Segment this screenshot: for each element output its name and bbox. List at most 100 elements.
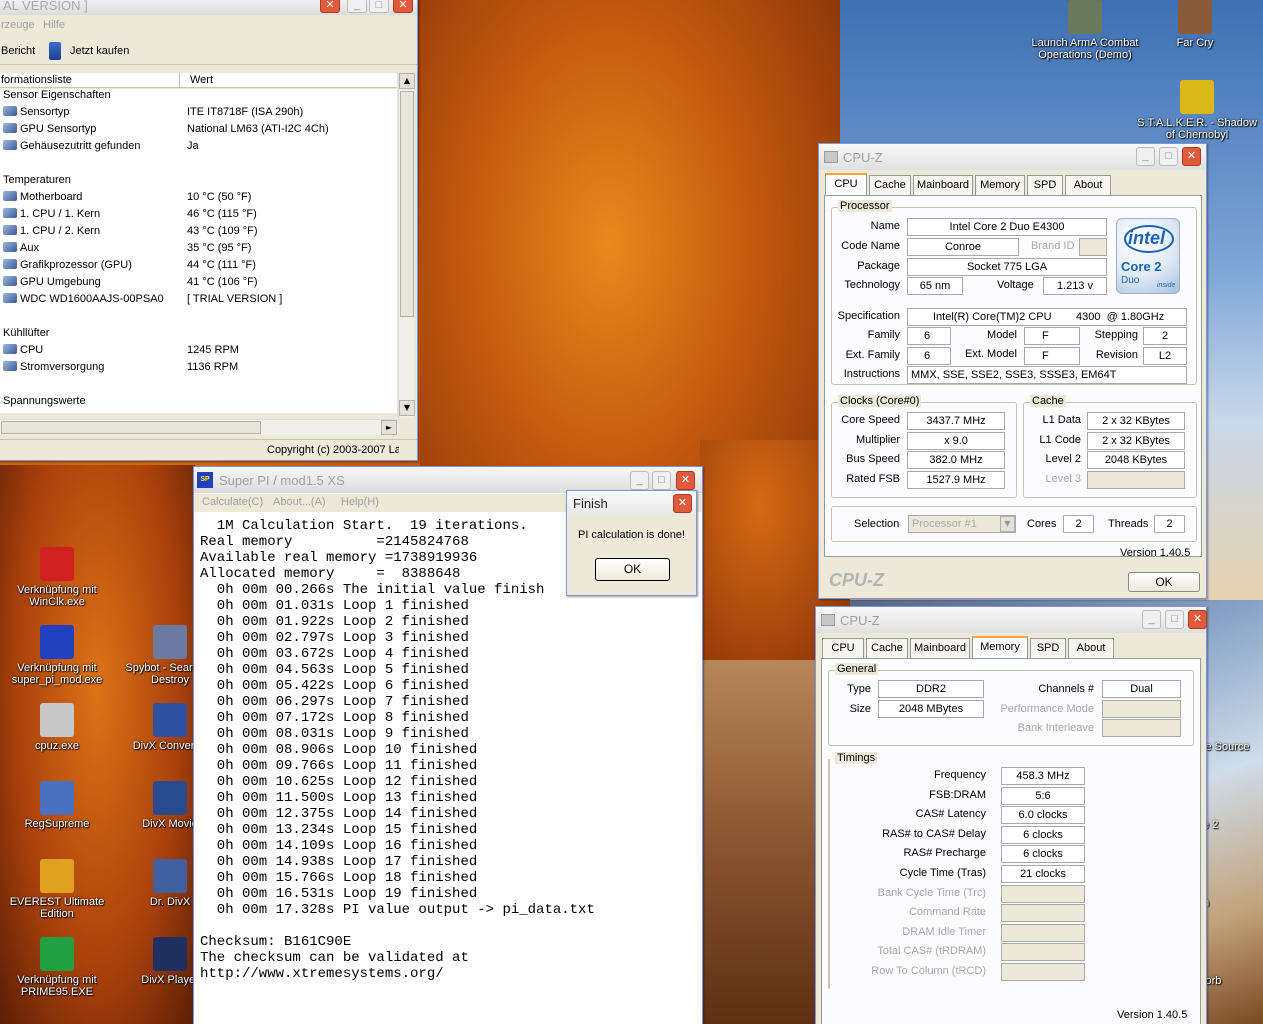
menu-help[interactable]: Help(H) xyxy=(341,496,379,508)
menu-item-help[interactable]: Hilfe xyxy=(43,19,65,31)
cache-label: L1 Code xyxy=(1039,433,1081,446)
tab-cache[interactable]: Cache xyxy=(869,175,911,195)
group-title: Clocks (Core#0) xyxy=(838,395,922,407)
desktop-icon-everest[interactable]: EVEREST Ultimate Edition xyxy=(0,859,117,920)
desktop-icon-arma[interactable]: Launch ArmA Combat Operations (Demo) xyxy=(1025,0,1145,61)
list-item-name: Spannungswerte xyxy=(3,395,86,407)
minimize-button[interactable]: _ xyxy=(1142,610,1161,629)
scroll-down-icon[interactable]: ▼ xyxy=(399,400,415,416)
ok-button[interactable]: OK xyxy=(595,558,670,581)
scroll-thumb[interactable] xyxy=(400,91,414,317)
output-line: 0h 00m 08.906s Loop 10 finished xyxy=(200,742,478,758)
tab-spd[interactable]: SPD xyxy=(1030,638,1066,658)
maximize-button[interactable]: □ xyxy=(1159,147,1178,166)
menu-calculate[interactable]: Calculate(C) xyxy=(202,496,263,508)
list-header: formationsliste Wert xyxy=(0,73,397,88)
column-header-name[interactable]: formationsliste xyxy=(1,74,72,86)
value-brandid xyxy=(1079,238,1107,256)
scroll-up-icon[interactable]: ▲ xyxy=(399,73,415,89)
tab-cpu[interactable]: CPU xyxy=(822,638,864,658)
list-item[interactable]: 1. CPU / 1. Kern 46 °C (115 °F) xyxy=(0,208,397,225)
label-ext-family: Ext. Family xyxy=(845,349,900,361)
list-item[interactable]: Grafikprozessor (GPU) 44 °C (111 °F) xyxy=(0,259,397,276)
close-icon[interactable]: ✕ xyxy=(320,0,340,13)
scroll-right-icon[interactable]: ► xyxy=(381,420,397,435)
list-item[interactable] xyxy=(0,157,397,174)
menu-item[interactable]: rzeuge xyxy=(1,19,35,31)
finish-titlebar[interactable]: Finish ✕ xyxy=(567,491,696,515)
list-item[interactable] xyxy=(0,378,397,395)
label-technology: Technology xyxy=(844,279,900,291)
close-button[interactable]: ✕ xyxy=(673,494,692,513)
list-item[interactable]: CPU 1245 RPM xyxy=(0,344,397,361)
column-divider[interactable] xyxy=(179,73,180,88)
list-item[interactable]: Stromversorgung 1136 RPM xyxy=(0,361,397,378)
column-header-value[interactable]: Wert xyxy=(190,74,213,86)
minimize-button[interactable]: _ xyxy=(1136,147,1155,166)
desktop-icon-prime95[interactable]: Verknüpfung mit PRIME95.EXE xyxy=(0,937,117,998)
close-button[interactable]: ✕ xyxy=(393,0,413,13)
maximize-button[interactable]: □ xyxy=(369,0,389,13)
ok-button[interactable]: OK xyxy=(1128,572,1200,592)
desktop-icon-cpuz[interactable]: cpuz.exe xyxy=(0,703,117,752)
list-item-value: 10 °C (50 °F) xyxy=(187,191,252,203)
maximize-button[interactable]: □ xyxy=(1165,610,1184,629)
tab-cpu[interactable]: CPU xyxy=(825,173,867,195)
list-item[interactable]: Temperaturen xyxy=(0,174,397,191)
list-item[interactable] xyxy=(0,310,397,327)
desktop-icon-stalker[interactable]: S.T.A.L.K.E.R. - Shadow of Chernobyl xyxy=(1137,80,1257,141)
list-item[interactable]: Sensortyp ITE IT8718F (ISA 290h) xyxy=(0,106,397,123)
tab-mainboard[interactable]: Mainboard xyxy=(910,638,970,658)
list-item[interactable]: Sensor Eigenschaften xyxy=(0,89,397,106)
buy-button[interactable]: Jetzt kaufen xyxy=(70,45,129,57)
list-item[interactable]: 1. CPU / 2. Kern 43 °C (109 °F) xyxy=(0,225,397,242)
tab-cache[interactable]: Cache xyxy=(866,638,908,658)
everest-titlebar[interactable]: AL VERSION ] ✕ _ □ ✕ xyxy=(0,0,417,15)
list-item[interactable]: Motherboard 10 °C (50 °F) xyxy=(0,191,397,208)
close-button[interactable]: ✕ xyxy=(676,471,695,490)
minimize-button[interactable]: _ xyxy=(347,0,367,13)
timing-value: 21 clocks xyxy=(1001,865,1085,883)
desktop-icon-superpi[interactable]: Verknüpfung mit super_pi_mod.exe xyxy=(0,625,117,686)
tab-mainboard[interactable]: Mainboard xyxy=(913,175,973,195)
tab-about[interactable]: About xyxy=(1068,638,1114,658)
list-item[interactable]: Gehäusezutritt gefunden Ja xyxy=(0,140,397,157)
chevron-down-icon[interactable]: ▼ xyxy=(1000,516,1015,532)
maximize-button[interactable]: □ xyxy=(652,471,671,490)
divxplayer-icon xyxy=(153,937,187,971)
horizontal-scrollbar[interactable]: ► xyxy=(0,419,398,435)
list-item[interactable]: Spannungswerte xyxy=(0,395,397,412)
vertical-scrollbar[interactable]: ▲ ▼ xyxy=(398,73,415,418)
menu-about[interactable]: About...(A) xyxy=(273,496,326,508)
close-button[interactable]: ✕ xyxy=(1188,610,1207,629)
version-label: Version 1.40.5 xyxy=(1117,1009,1188,1021)
report-button[interactable]: Bericht xyxy=(1,45,35,57)
desktop-partial-label: m xyxy=(1200,897,1260,909)
scroll-thumb-h[interactable] xyxy=(1,421,261,434)
desktop-icon-ati[interactable]: Verknüpfung mit WinClk.exe xyxy=(0,547,117,608)
value-revision: L2 xyxy=(1143,347,1187,365)
list-item[interactable]: Aux 35 °C (95 °F) xyxy=(0,242,397,259)
minimize-button[interactable]: _ xyxy=(630,471,649,490)
cpuz-titlebar[interactable]: CPU-Z _ □ ✕ xyxy=(816,607,1207,633)
list-item[interactable]: Kühllüfter xyxy=(0,327,397,344)
cache-value xyxy=(1087,470,1185,489)
value-specification: Intel(R) Core(TM)2 CPU 4300 @ 1.80GHz xyxy=(907,308,1187,326)
cpuz-titlebar[interactable]: CPU-Z _ □ ✕ xyxy=(819,144,1206,170)
value-name: Intel Core 2 Duo E4300 xyxy=(907,218,1107,236)
list-item-name: WDC WD1600AAJS-00PSA0 xyxy=(20,293,164,305)
tab-about[interactable]: About xyxy=(1065,175,1111,195)
tab-spd[interactable]: SPD xyxy=(1027,175,1063,195)
stalker-icon xyxy=(1180,80,1214,114)
tab-memory[interactable]: Memory xyxy=(975,175,1025,195)
list-item[interactable]: GPU Sensortyp National LM63 (ATI-I2C 4Ch) xyxy=(0,123,397,140)
list-item[interactable]: GPU Umgebung 41 °C (106 °F) xyxy=(0,276,397,293)
tab-memory[interactable]: Memory xyxy=(972,636,1028,658)
desktop-icon-farcry[interactable]: Far Cry xyxy=(1165,0,1225,49)
desktop-icon-regsupreme[interactable]: RegSupreme xyxy=(0,781,117,830)
sensor-list[interactable]: Sensor Eigenschaften Sensortyp ITE IT8718F… xyxy=(0,89,397,413)
timing-label: Row To Column (tRCD) xyxy=(871,965,986,977)
list-item[interactable]: WDC WD1600AAJS-00PSA0 [ TRIAL VERSION ] xyxy=(0,293,397,310)
list-item-name: Motherboard xyxy=(20,191,83,203)
close-button[interactable]: ✕ xyxy=(1182,147,1201,166)
